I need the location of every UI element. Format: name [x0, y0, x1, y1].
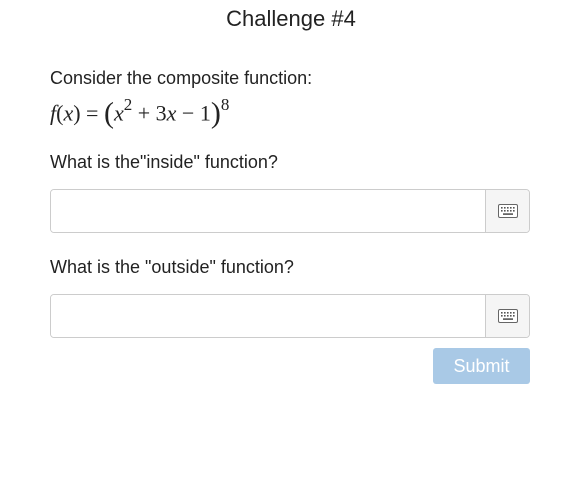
submit-button[interactable]: Submit [433, 348, 530, 385]
inside-keyboard-button[interactable] [485, 190, 529, 233]
formula-close-paren: ) [73, 100, 81, 126]
outside-keyboard-button[interactable] [485, 295, 529, 338]
inside-function-input[interactable] [51, 190, 485, 233]
formula-inner-x2: x [166, 100, 177, 126]
formula-outer-close: ) [210, 96, 221, 130]
inside-answer-field [50, 189, 530, 234]
composite-function-formula: f(x) = (x2 + 3x − 1)8 [50, 92, 530, 128]
challenge-content: Consider the composite function: f(x) = … [50, 66, 530, 385]
outside-function-input[interactable] [51, 295, 485, 338]
formula-inner-tail: − 1 [176, 100, 211, 126]
submit-row: Submit [50, 348, 530, 385]
formula-x: x [63, 100, 74, 126]
inside-question-label: What is the"inside" function? [50, 152, 278, 173]
formula-inner-exponent: 2 [123, 95, 133, 114]
formula-equals: = [80, 100, 104, 126]
outside-answer-field [50, 294, 530, 339]
formula-inner-x: x [113, 100, 124, 126]
formula-outer-open: ( [103, 96, 114, 130]
outside-question-label: What is the "outside" function? [50, 257, 294, 278]
keyboard-icon [497, 309, 518, 324]
formula-inner-rest: + 3 [132, 100, 167, 126]
keyboard-icon [497, 204, 518, 219]
formula-outer-exponent: 8 [220, 95, 230, 114]
intro-text: Consider the composite function: [50, 68, 313, 88]
page-title: Challenge #4 [226, 6, 356, 31]
